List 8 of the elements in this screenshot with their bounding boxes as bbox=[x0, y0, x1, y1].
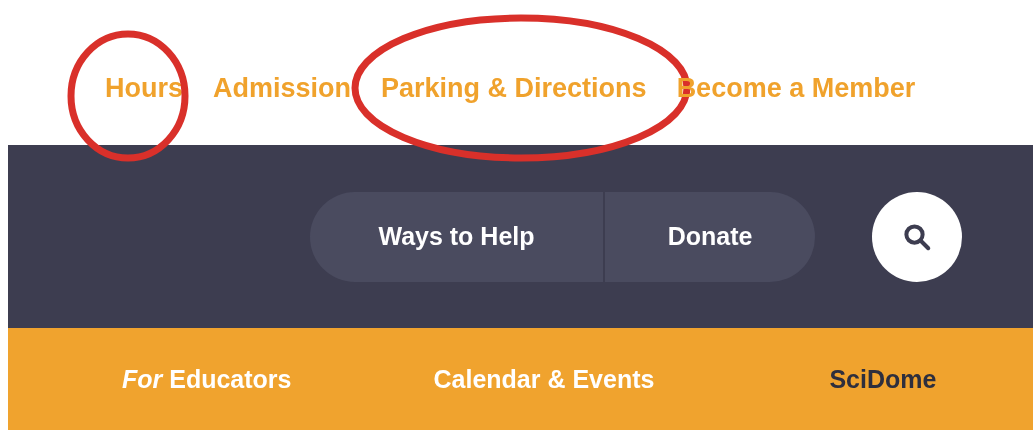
utility-button[interactable]: Ways to Help bbox=[310, 191, 605, 282]
nav-link[interactable]: For Educators bbox=[122, 364, 292, 394]
nav-link[interactable]: Calendar & Events bbox=[433, 364, 655, 394]
nav-link[interactable]: Admission bbox=[213, 73, 352, 103]
nav-link[interactable]: SciDome bbox=[829, 364, 937, 394]
nav-link[interactable]: Parking & Directions bbox=[381, 73, 647, 103]
search-icon bbox=[902, 221, 932, 252]
utility-button[interactable]: Donate bbox=[605, 191, 815, 282]
